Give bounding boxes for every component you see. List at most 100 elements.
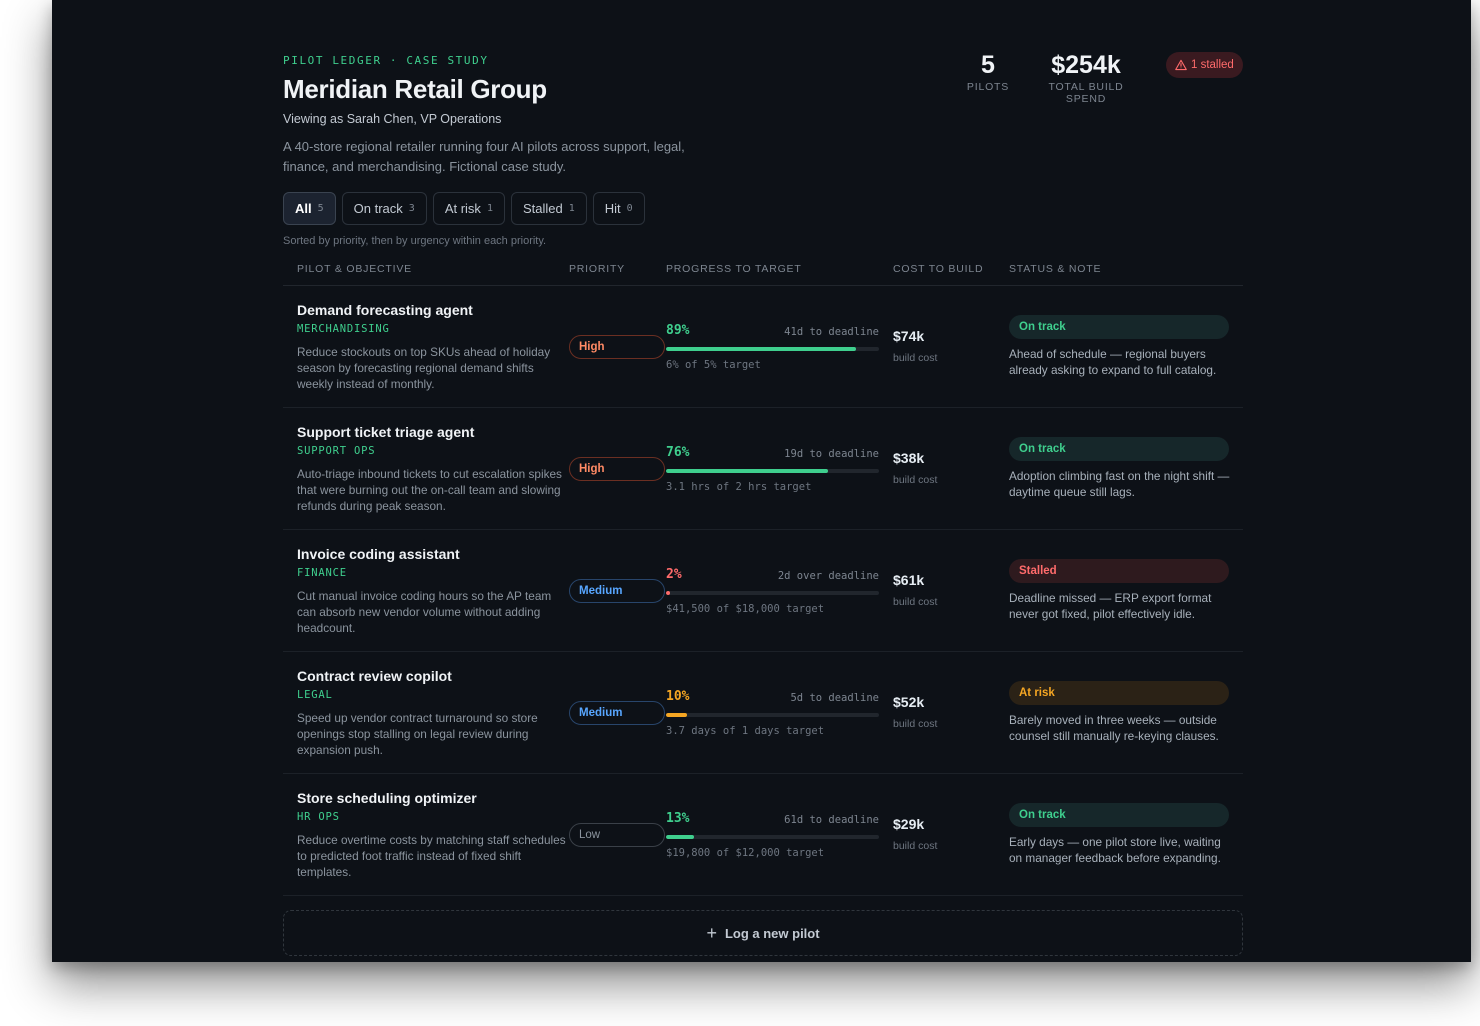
pilot-name: Support ticket triage agent: [297, 424, 475, 440]
build-cost-label: build cost: [893, 840, 938, 852]
pilots-stat: 5 PILOTS: [963, 50, 1013, 93]
pilot-name: Invoice coding assistant: [297, 546, 460, 562]
status-note: Ahead of schedule — regional buyers alre…: [1009, 347, 1217, 377]
spend-stat: $254k TOTAL BUILD SPEND: [1027, 50, 1145, 105]
priority-badge: Medium: [569, 579, 665, 603]
filter-chip-at-risk[interactable]: At risk 1: [432, 192, 505, 225]
priority-badge: Medium: [569, 701, 665, 725]
table-row[interactable]: Support ticket triage agent SUPPORT OPS Au…: [283, 408, 1243, 530]
col-header-status: STATUS & NOTE: [1009, 263, 1102, 275]
progress-bar-fill: [666, 347, 856, 351]
target-text: $19,800 of $12,000 target: [666, 847, 825, 859]
pilots-count: 5: [981, 51, 995, 79]
deadline-text: 5d to deadline: [790, 692, 879, 704]
pilot-objective: Speed up vendor contract turnaround so s…: [297, 711, 538, 757]
progress-percent: 13%: [666, 811, 690, 826]
filter-chip-stalled[interactable]: Stalled 1: [510, 192, 587, 225]
spend-value: $254k: [1051, 51, 1121, 79]
pilot-name: Store scheduling optimizer: [297, 790, 477, 806]
priority-badge: Low: [569, 823, 665, 847]
pilot-name: Demand forecasting agent: [297, 302, 473, 318]
table-row[interactable]: Store scheduling optimizer HR OPS Reduce o…: [283, 774, 1243, 896]
status-badge: At risk: [1009, 681, 1229, 705]
log-new-pilot-label: Log a new pilot: [724, 925, 820, 941]
progress-bar: [666, 591, 879, 595]
progress-bar: [666, 469, 879, 473]
pilot-department: LEGAL: [297, 689, 333, 701]
filter-chip-label: At risk: [444, 201, 481, 216]
filter-chip-all[interactable]: All 5: [283, 192, 336, 225]
deadline-text: 61d to deadline: [784, 814, 879, 826]
progress-percent: 2%: [666, 567, 682, 582]
filter-chip-label: Hit: [604, 201, 621, 216]
pilot-objective: Auto-triage inbound tickets to cut escal…: [297, 467, 562, 513]
progress-percent: 10%: [666, 689, 690, 704]
filter-chip-label: All: [295, 201, 312, 216]
status-note: Barely moved in three weeks — outside co…: [1009, 713, 1219, 743]
deadline-text: 19d to deadline: [784, 448, 879, 460]
pilot-table-body: Demand forecasting agent MERCHANDISING Red…: [283, 286, 1243, 896]
build-cost: $74k: [893, 328, 925, 344]
progress-bar: [666, 347, 879, 351]
col-header-pilot: PILOT & OBJECTIVE: [297, 263, 412, 275]
pilot-objective: Reduce stockouts on top SKUs ahead of ho…: [297, 345, 551, 391]
build-cost: $38k: [893, 450, 925, 466]
table-row[interactable]: Demand forecasting agent MERCHANDISING Red…: [283, 286, 1243, 408]
priority-badge: High: [569, 457, 665, 481]
filter-chip-count: 0: [626, 203, 633, 214]
progress-bar-fill: [666, 591, 671, 595]
status-note: Adoption climbing fast on the night shif…: [1009, 469, 1230, 499]
target-text: 3.1 hrs of 2 hrs target: [666, 481, 812, 493]
pilot-department: MERCHANDISING: [297, 323, 390, 335]
progress-bar-fill: [666, 713, 688, 717]
app-window: PILOT LEDGER · CASE STUDY Meridian Retai…: [52, 0, 1471, 962]
viewing-as: Viewing as Sarah Chen, VP Operations: [283, 112, 502, 126]
status-note: Deadline missed — ERP export format neve…: [1009, 591, 1212, 621]
progress-bar: [666, 713, 879, 717]
progress-bar-fill: [666, 469, 828, 473]
table-header: PILOT & OBJECTIVE PRIORITY PROGRESS TO T…: [283, 263, 1243, 286]
progress-bar-fill: [666, 835, 694, 839]
progress-percent: 89%: [666, 323, 690, 338]
pilot-department: HR OPS: [297, 811, 340, 823]
filter-chip-hit[interactable]: Hit 0: [592, 192, 645, 225]
build-cost: $61k: [893, 572, 925, 588]
page-title: Meridian Retail Group: [283, 74, 547, 104]
build-cost: $29k: [893, 816, 925, 832]
pilot-department: FINANCE: [297, 567, 347, 579]
filter-chip-count: 1: [568, 203, 575, 214]
pilot-department: SUPPORT OPS: [297, 445, 376, 457]
progress-percent: 76%: [666, 445, 690, 460]
target-text: 6% of 5% target: [666, 359, 761, 371]
pilot-objective: Cut manual invoice coding hours so the A…: [297, 589, 552, 635]
build-cost: $52k: [893, 694, 925, 710]
build-cost-label: build cost: [893, 596, 938, 608]
build-cost-label: build cost: [893, 352, 938, 364]
build-cost-label: build cost: [893, 718, 938, 730]
filter-chip-label: Stalled: [522, 201, 563, 216]
stalled-badge-label: 1 stalled: [1191, 59, 1234, 71]
status-note: Early days — one pilot store live, waiti…: [1009, 835, 1221, 865]
status-badge: Stalled: [1009, 559, 1229, 583]
build-cost-label: build cost: [893, 474, 938, 486]
filter-bar: All 5 On track 3 At risk 1 Stalled 1 Hit 0: [283, 192, 645, 225]
target-text: 3.7 days of 1 days target: [666, 725, 825, 737]
deadline-text: 41d to deadline: [784, 326, 879, 338]
status-badge: On track: [1009, 315, 1229, 339]
table-row[interactable]: Invoice coding assistant FINANCE Cut manua…: [283, 530, 1243, 652]
table-row[interactable]: Contract review copilot LEGAL Speed up ven…: [283, 652, 1243, 774]
spend-label: TOTAL BUILD SPEND: [1048, 81, 1124, 105]
col-header-cost: COST TO BUILD: [893, 263, 984, 275]
pilot-name: Contract review copilot: [297, 668, 452, 684]
eyebrow-label: PILOT LEDGER · CASE STUDY: [283, 54, 489, 67]
deadline-text: 2d over deadline: [777, 570, 879, 582]
filter-chip-on-track[interactable]: On track 3: [341, 192, 427, 225]
priority-badge: High: [569, 335, 665, 359]
filter-chip-count: 5: [317, 203, 324, 214]
stalled-badge[interactable]: 1 stalled: [1166, 52, 1243, 78]
col-header-progress: PROGRESS TO TARGET: [666, 263, 802, 275]
warning-triangle-icon: [1175, 59, 1187, 71]
sort-note: Sorted by priority, then by urgency with…: [283, 235, 547, 247]
filter-chip-count: 1: [486, 203, 493, 214]
log-new-pilot-button[interactable]: + Log a new pilot: [283, 910, 1243, 956]
